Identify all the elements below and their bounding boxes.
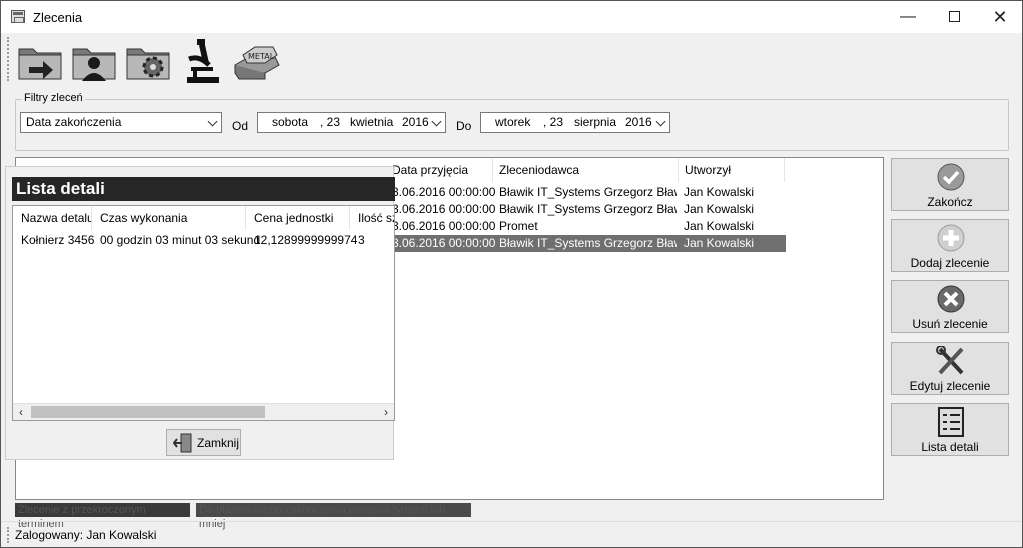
detail-time: 00 godzin 03 minut 03 sekund — [100, 233, 261, 247]
detail-price: 12,1289999999974 — [254, 233, 358, 247]
metal-bars-icon[interactable]: METAL — [231, 37, 283, 85]
folder-gear-icon[interactable] — [123, 37, 175, 85]
details-list-label: Lista detali — [921, 440, 979, 454]
tools-icon — [936, 346, 964, 375]
filter-type-value: Data zakończenia — [26, 115, 122, 129]
row-creator: Jan Kowalski — [684, 185, 755, 199]
finish-order-label: Zakończ — [927, 195, 973, 209]
folder-person-icon[interactable] — [69, 37, 121, 85]
filter-group-label: Filtry zleceń — [22, 92, 85, 104]
row-date: 3.06.2016 00:00:00 — [392, 202, 496, 216]
statusbar-grip — [7, 527, 9, 543]
exit-door-icon — [173, 433, 192, 453]
detail-name: Kołnierz 3456 — [21, 233, 95, 247]
title-bar: Zlecenia — ✕ — [1, 1, 1022, 33]
from-month: kwietnia — [350, 115, 394, 129]
details-title: Lista detali — [12, 177, 395, 201]
column-header-qty[interactable]: Ilość sz — [350, 206, 394, 230]
column-header-date[interactable]: Data przyjęcia — [386, 158, 493, 182]
close-details-button[interactable]: Zamknij — [166, 429, 241, 456]
scroll-right-icon[interactable]: › — [378, 404, 394, 420]
column-header-client[interactable]: Zleceniodawca — [493, 158, 679, 182]
details-list[interactable]: Nazwa detalu Czas wykonania Cena jednost… — [12, 205, 395, 421]
app-icon — [11, 10, 25, 23]
document-list-icon — [938, 407, 964, 437]
add-order-label: Dodaj zlecenie — [910, 256, 990, 270]
chevron-down-icon — [207, 116, 218, 127]
filter-group: Filtry zleceń Data zakończenia Od sobota… — [15, 92, 1009, 151]
to-date: , 23 — [543, 115, 564, 129]
from-date-picker[interactable]: sobota , 23 kwietnia 2016 — [257, 112, 446, 133]
to-label: Do — [456, 119, 472, 133]
row-client: Bławik IT_Systems Grzegorz Bławat — [499, 236, 677, 250]
legend-week-left: Do planowanego zakończenia pozostał tydz… — [196, 503, 471, 530]
svg-text:METAL: METAL — [248, 52, 275, 61]
remove-order-button[interactable]: Usuń zlecenie — [891, 280, 1009, 333]
toolbar: METAL — [1, 33, 1022, 89]
column-header-time[interactable]: Czas wykonania — [92, 206, 246, 230]
scroll-left-icon[interactable]: ‹ — [13, 404, 29, 420]
from-date: , 23 — [320, 115, 341, 129]
detail-qty: 3 — [358, 233, 365, 247]
column-header-name[interactable]: Nazwa detalu — [13, 206, 92, 230]
horizontal-scrollbar[interactable]: ‹ › — [13, 403, 394, 420]
scroll-thumb[interactable] — [31, 406, 265, 418]
row-creator: Jan Kowalski — [684, 202, 755, 216]
column-header-price[interactable]: Cena jednostki — [246, 206, 350, 230]
row-client: Bławik IT_Systems Grzegorz Bławat — [499, 202, 677, 216]
row-date: 3.06.2016 00:00:00 — [392, 185, 496, 199]
chevron-down-icon — [655, 116, 666, 127]
edit-order-button[interactable]: Edytuj zlecenie — [891, 342, 1009, 395]
close-button[interactable]: ✕ — [977, 1, 1023, 33]
row-client: Bławik IT_Systems Grzegorz Bławat — [499, 185, 677, 199]
remove-order-label: Usuń zlecenie — [912, 317, 988, 331]
main-window: Zlecenia — ✕ METAL Filtry zleceń Data za… — [0, 0, 1023, 548]
maximize-button[interactable] — [931, 1, 977, 33]
from-day: sobota — [272, 115, 309, 129]
microscope-icon[interactable] — [177, 37, 229, 85]
row-creator: Jan Kowalski — [684, 219, 755, 233]
close-details-label: Zamknij — [197, 436, 240, 450]
status-bar: Zalogowany: Jan Kowalski — [1, 521, 1022, 547]
row-creator: Jan Kowalski — [684, 236, 755, 250]
from-year: 2016 — [402, 115, 429, 129]
edit-order-label: Edytuj zlecenie — [909, 379, 991, 393]
delete-x-icon — [937, 285, 965, 313]
details-list-button[interactable]: Lista detali — [891, 403, 1009, 456]
window-title: Zlecenia — [33, 10, 83, 25]
filter-type-dropdown[interactable]: Data zakończenia — [20, 112, 222, 133]
column-header-creator[interactable]: Utworzył — [679, 158, 785, 182]
checkmark-icon — [937, 163, 965, 191]
row-client: Promet — [499, 219, 538, 233]
toolbar-grip[interactable] — [7, 37, 11, 81]
finish-order-button[interactable]: Zakończ — [891, 158, 1009, 211]
details-window: Lista detali Nazwa detalu Czas wykonania… — [5, 166, 395, 460]
legend-overdue: Zlecenie z przekroczonym terminem — [15, 503, 190, 530]
logged-in-user: Zalogowany: Jan Kowalski — [15, 528, 157, 542]
to-day: wtorek — [495, 115, 531, 129]
chevron-down-icon — [431, 116, 442, 127]
minimize-button[interactable]: — — [885, 1, 931, 33]
plus-icon — [937, 224, 965, 252]
add-order-button[interactable]: Dodaj zlecenie — [891, 219, 1009, 272]
folder-arrow-icon[interactable] — [15, 37, 67, 85]
to-year: 2016 — [625, 115, 652, 129]
to-month: sierpnia — [574, 115, 617, 129]
row-date: 3.06.2016 00:00:00 — [392, 236, 496, 250]
to-date-picker[interactable]: wtorek , 23 sierpnia 2016 — [480, 112, 670, 133]
from-label: Od — [232, 119, 249, 133]
row-date: 3.06.2016 00:00:00 — [392, 219, 496, 233]
